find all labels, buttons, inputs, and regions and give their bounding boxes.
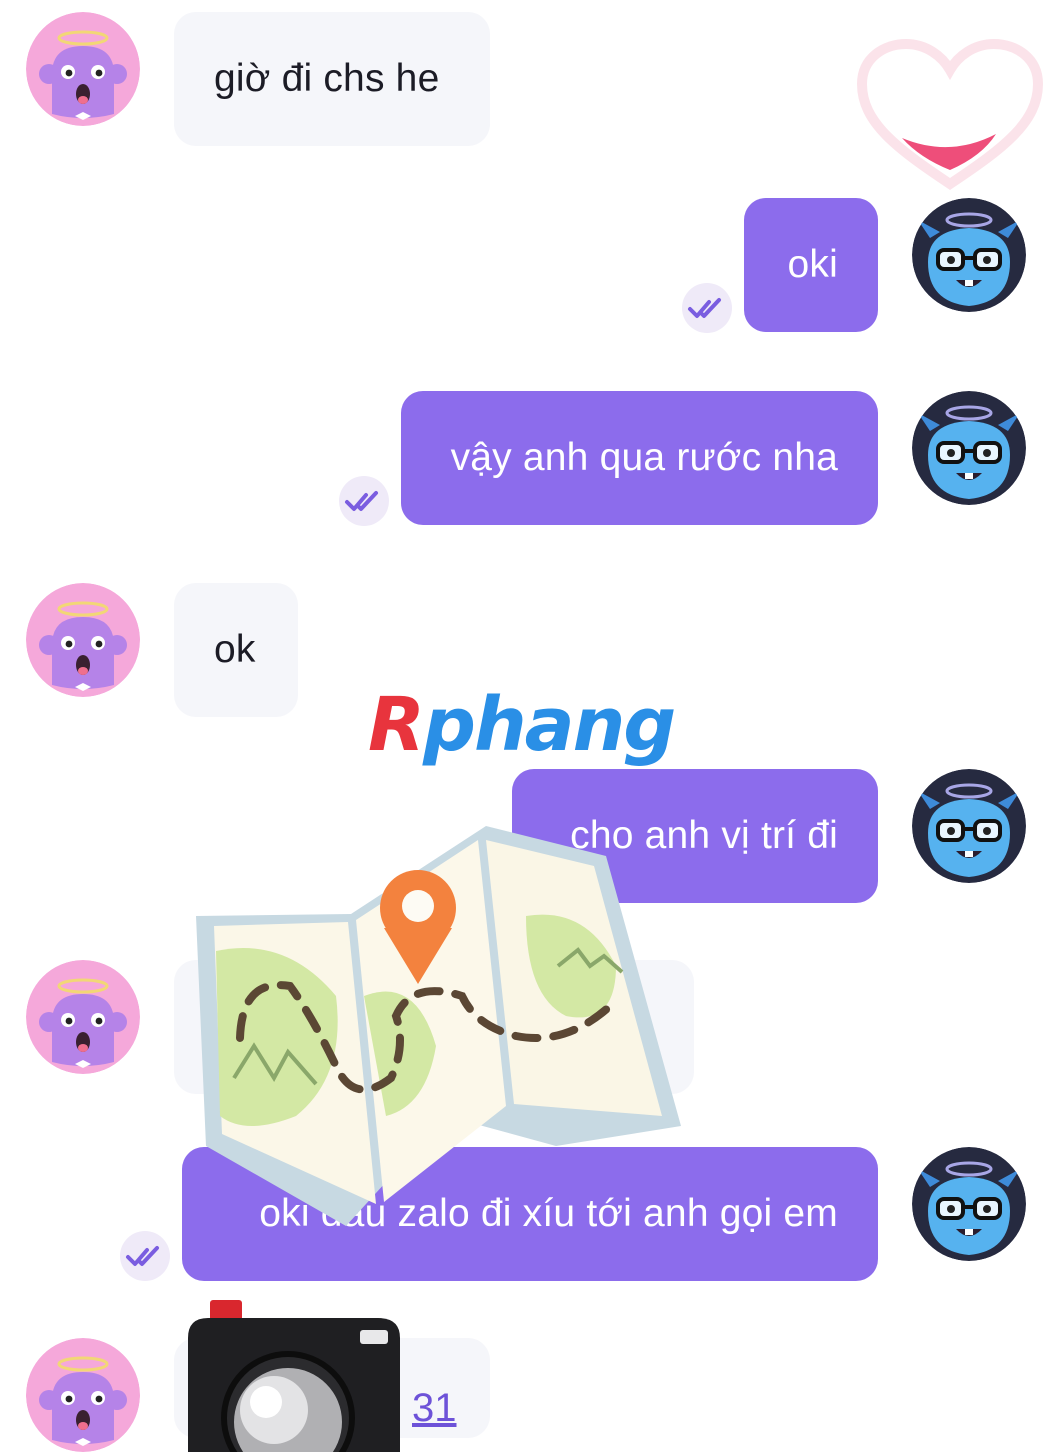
message-bubble-incoming[interactable]: ok bbox=[174, 583, 298, 717]
incoming-avatar[interactable] bbox=[26, 583, 140, 697]
read-receipt bbox=[120, 1231, 170, 1281]
double-check-icon bbox=[344, 489, 384, 513]
outgoing-avatar[interactable] bbox=[912, 198, 1026, 312]
message-text: giờ đi chs he bbox=[214, 57, 440, 100]
outgoing-avatar[interactable] bbox=[912, 769, 1026, 883]
outgoing-avatar[interactable] bbox=[912, 1147, 1026, 1261]
map-sticker-icon bbox=[196, 826, 681, 1226]
read-receipt bbox=[339, 476, 389, 526]
message-bubble-incoming[interactable]: giờ đi chs he bbox=[174, 12, 490, 146]
message-text: oki bbox=[787, 243, 838, 286]
heart-sticker-icon bbox=[856, 38, 1044, 190]
double-check-icon bbox=[125, 1244, 165, 1268]
watermark-logo: Rphang bbox=[368, 682, 676, 768]
message-text: vậy anh qua rước nha bbox=[450, 436, 838, 479]
outgoing-avatar[interactable] bbox=[912, 391, 1026, 505]
message-link-text[interactable]: 31 bbox=[412, 1386, 457, 1431]
double-check-icon bbox=[687, 296, 727, 320]
message-bubble-outgoing[interactable]: oki bbox=[744, 198, 878, 332]
read-receipt bbox=[682, 283, 732, 333]
incoming-avatar[interactable] bbox=[26, 12, 140, 126]
message-text: ok bbox=[214, 628, 256, 671]
camera-sticker-icon bbox=[188, 1300, 400, 1452]
incoming-avatar[interactable] bbox=[26, 960, 140, 1074]
incoming-avatar[interactable] bbox=[26, 1338, 140, 1452]
message-bubble-outgoing[interactable]: vậy anh qua rước nha bbox=[401, 391, 878, 525]
